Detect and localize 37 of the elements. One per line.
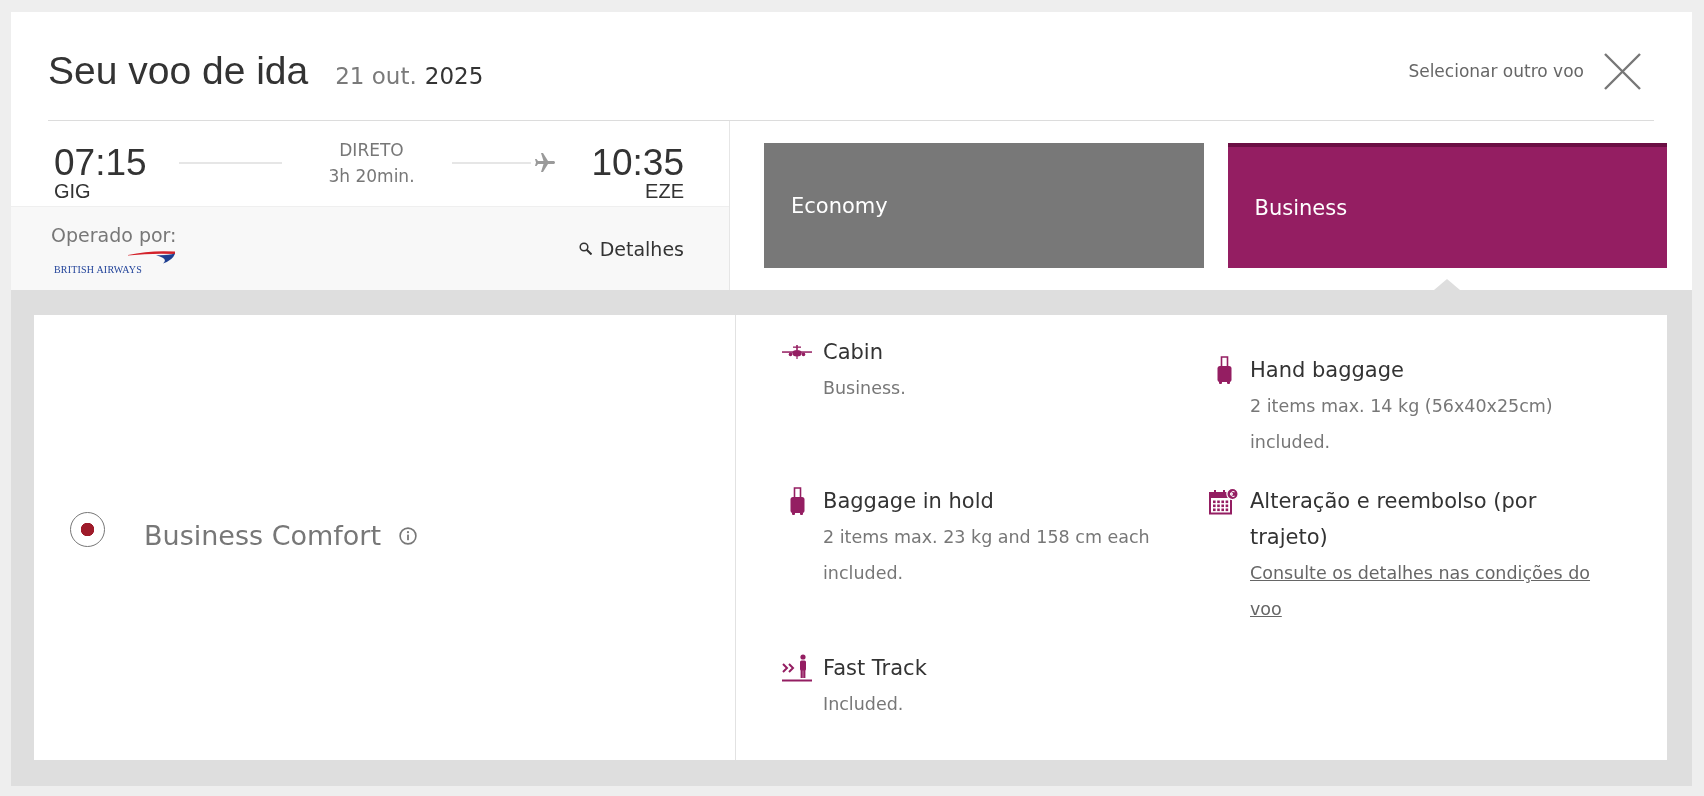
page-title: Seu voo de ida <box>48 49 309 93</box>
feature-description: 2 items max. 23 kg and 158 cm each included. <box>823 526 1151 585</box>
feature-title: Alteração e reembolso (por trajeto) <box>1250 488 1538 551</box>
info-icon[interactable] <box>399 526 418 545</box>
feature-title: Cabin <box>823 339 884 366</box>
search-icon <box>578 242 592 255</box>
suitcase-icon <box>1216 356 1232 384</box>
person-chevrons-icon <box>782 654 812 682</box>
departure-airport: GIG <box>54 181 92 202</box>
airplane-icon <box>782 345 812 359</box>
flight-year: 2025 <box>424 63 484 89</box>
close-icon[interactable] <box>1604 52 1641 90</box>
details-link[interactable]: Detalhes <box>578 237 684 260</box>
arrival-airport: EZE <box>645 181 684 202</box>
flight-date: 21 out. <box>335 63 417 89</box>
flight-duration: 3h 20min. <box>328 165 415 188</box>
fare-radio[interactable] <box>70 512 105 547</box>
operated-by-label: Operado por: <box>51 222 177 247</box>
suitcase-icon <box>789 487 805 515</box>
stops-label: DIRETO <box>339 139 404 162</box>
conditions-link[interactable]: Consulte os detalhes nas condições do voo <box>1250 555 1605 627</box>
feature-description: 2 items max. 14 kg (56x40x25cm) included. <box>1250 395 1554 454</box>
ribbon-logo-icon <box>128 249 175 264</box>
select-other-flight-link[interactable]: Selecionar outro voo <box>1408 61 1584 81</box>
feature-description: Business. <box>823 377 907 400</box>
cabin-tab[interactable]: Economy <box>764 143 1204 268</box>
airline-logo-text: BRITISH AIRWAYS <box>54 263 142 275</box>
cabin-tab[interactable]: Business <box>1227 143 1667 268</box>
fare-name: Business Comfort <box>144 520 382 551</box>
feature-title: Baggage in hold <box>823 488 995 515</box>
departure-time: 07:15 <box>54 144 147 181</box>
arrival-time: 10:35 <box>591 144 684 181</box>
feature-description: Included. <box>823 693 905 716</box>
calendar-clock-icon <box>1209 487 1239 515</box>
feature-title: Fast Track <box>823 655 928 682</box>
feature-title: Hand baggage <box>1250 357 1405 384</box>
airplane-icon <box>535 152 556 173</box>
